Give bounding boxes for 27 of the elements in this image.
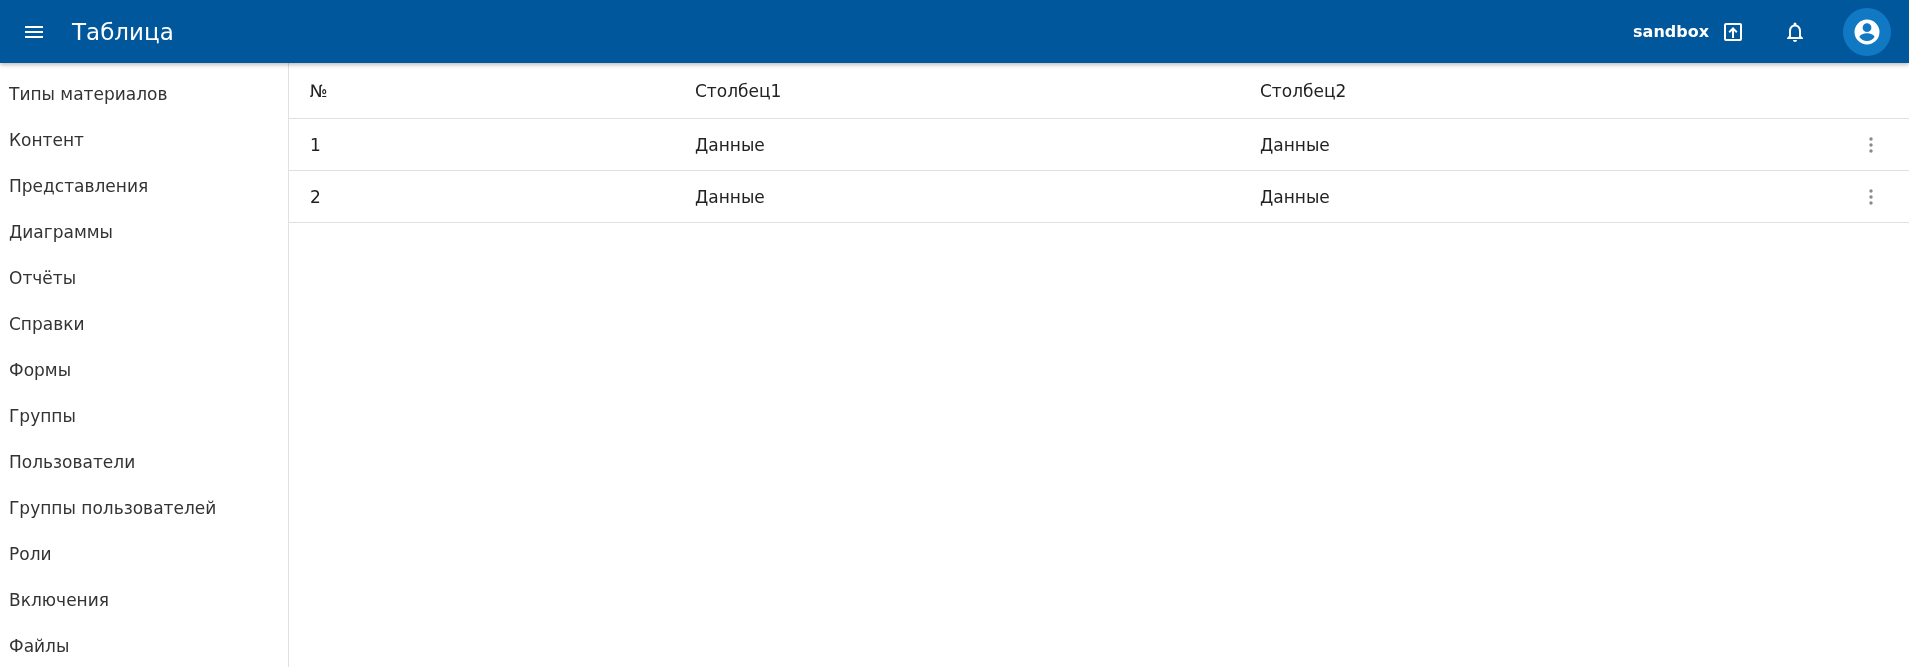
sidebar-item[interactable]: Пользователи: [0, 439, 288, 485]
sidebar-item[interactable]: Типы материалов: [0, 71, 288, 117]
sidebar-item[interactable]: Справки: [0, 301, 288, 347]
sidebar-item[interactable]: Отчёты: [0, 255, 288, 301]
account-button[interactable]: [1843, 7, 1891, 56]
table-cell-text: 2: [310, 186, 322, 207]
column-header: №: [310, 80, 329, 101]
sidebar-item[interactable]: Диаграммы: [0, 209, 288, 255]
sidebar-item[interactable]: Формы: [0, 347, 288, 393]
page-title: Таблица: [72, 18, 174, 45]
sidebar-item[interactable]: Группы пользователей: [0, 485, 288, 531]
table-cell-text: Данные: [695, 186, 766, 207]
table-cell-text: Данные: [695, 134, 766, 155]
sidebar-item[interactable]: Группы: [0, 393, 288, 439]
sidebar-item[interactable]: Представления: [0, 163, 288, 209]
more-options-icon[interactable]: [1869, 136, 1873, 153]
more-options-icon[interactable]: [1869, 188, 1873, 205]
table-cell-text: Данные: [1260, 186, 1331, 207]
sidebar-item[interactable]: Включения: [0, 577, 288, 623]
column-header: Столбец2: [1260, 80, 1348, 101]
sidebar-item[interactable]: Файлы: [0, 623, 288, 667]
table-cell-text: 1: [310, 134, 322, 155]
table-cell-text: Данные: [1260, 134, 1331, 155]
workspace-name: sandbox: [1633, 22, 1709, 41]
sidebar-item[interactable]: Контент: [0, 117, 288, 163]
column-header: Столбец1: [695, 80, 783, 101]
sidebar-item[interactable]: Роли: [0, 531, 288, 577]
